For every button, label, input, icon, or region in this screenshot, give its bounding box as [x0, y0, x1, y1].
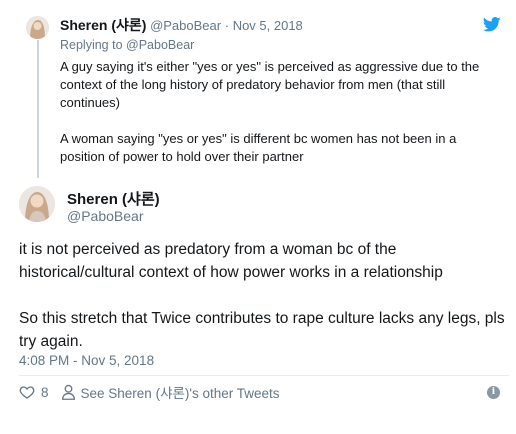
tweet-paragraph: it is not perceived as predatory from a …: [19, 241, 443, 281]
see-other-tweets-link[interactable]: See Sheren (샤론)'s other Tweets: [81, 382, 280, 402]
info-icon[interactable]: i: [487, 386, 500, 399]
twitter-bird-icon[interactable]: [482, 17, 501, 32]
author-handle[interactable]: @PaboBear: [67, 208, 143, 224]
author-handle[interactable]: @PaboBear: [150, 18, 221, 33]
replying-prefix: Replying to: [60, 38, 123, 52]
person-icon[interactable]: [61, 384, 81, 400]
like-count[interactable]: 8: [41, 385, 49, 400]
tweet-paragraph: So this stretch that Twice contributes t…: [19, 310, 505, 350]
quoted-tweet-text: A guy saying it's either "yes or yes" is…: [60, 58, 500, 184]
replying-to: Replying to @PaboBear: [60, 38, 194, 52]
author-name[interactable]: Sheren (샤론): [60, 17, 146, 33]
avatar[interactable]: [26, 16, 49, 39]
avatar[interactable]: [19, 186, 55, 222]
tweet-paragraph: A woman saying "yes or yes" is different…: [60, 131, 457, 164]
quoted-tweet: Sheren (샤론) @PaboBear · Nov 5, 2018 Repl…: [0, 0, 516, 178]
tweet-paragraph: A guy saying it's either "yes or yes" is…: [60, 59, 480, 110]
heart-icon[interactable]: [19, 384, 41, 400]
tweet-date[interactable]: Nov 5, 2018: [233, 18, 303, 33]
divider: [19, 375, 509, 376]
tweet-actions: 8 See Sheren (샤론)'s other Tweets: [19, 382, 280, 402]
separator-dot: ·: [224, 18, 230, 33]
quoted-tweet-header: Sheren (샤론) @PaboBear · Nov 5, 2018: [60, 17, 303, 34]
author-name[interactable]: Sheren (샤론): [67, 188, 160, 209]
thread-line: [37, 40, 39, 178]
replying-to-link[interactable]: @PaboBear: [126, 38, 194, 52]
tweet-timestamp[interactable]: 4:08 PM - Nov 5, 2018: [19, 353, 154, 368]
